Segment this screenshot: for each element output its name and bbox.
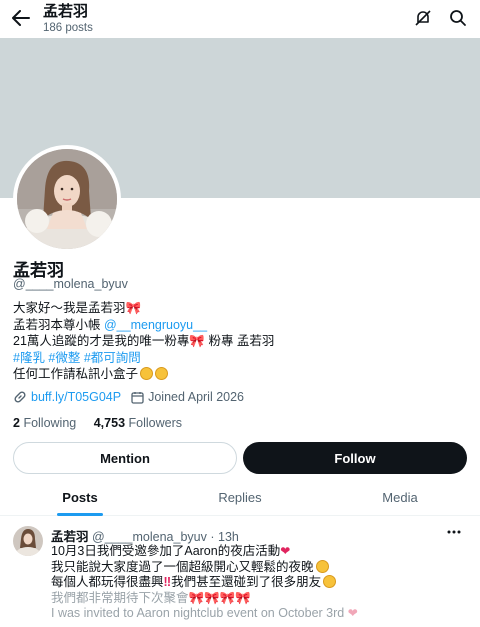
avatar[interactable]	[17, 149, 117, 249]
bio-hashtags[interactable]: #隆乳 #微整 #都可詢問	[13, 350, 463, 367]
tab-posts[interactable]: Posts	[0, 480, 160, 515]
bio-line-3: 21萬人追蹤的才是我的唯一粉專🎀 粉專 孟若羽	[13, 334, 275, 348]
post-line-3a-text: 每個人都玩得很盡興	[51, 575, 164, 589]
post-line-4: 我們都非常期待下次聚會🎀🎀🎀🎀	[51, 590, 251, 605]
search-icon	[450, 10, 466, 26]
header-title-group: 孟若羽 186 posts	[43, 3, 93, 35]
profile-bio: 大家好～我是孟若羽🎀 孟若羽本尊小帳 @__mengruoyu__ 21萬人追蹤…	[13, 300, 463, 383]
bio-line-2: 孟若羽本尊小帳 @__mengruoyu__	[13, 317, 463, 334]
bio-line-1: 大家好～我是孟若羽🎀	[13, 301, 142, 315]
follow-stats: 2 Following 4,753 Followers	[13, 416, 196, 430]
profile-meta: buff.ly/T05G04P Joined April 2026	[13, 390, 254, 404]
page-title: 孟若羽	[43, 3, 89, 20]
post-count: 186 posts	[43, 22, 93, 34]
post-item[interactable]: 孟若羽 @____molena_byuv · 13h 10月3日我們受邀參加了A…	[0, 516, 480, 627]
back-button[interactable]	[10, 8, 32, 28]
follow-button[interactable]: Follow	[243, 442, 467, 474]
top-bar: 孟若羽 186 posts	[0, 0, 480, 38]
smile-emoji-icon	[140, 367, 154, 380]
avatar-ring	[13, 145, 121, 253]
heart-emoji-icon: ❤	[280, 544, 291, 558]
bio-line-5-text: 任何工作請私訊小盒子	[13, 367, 139, 381]
exclamation-emoji-icon: ‼	[163, 575, 172, 589]
following-label: Following	[23, 416, 77, 430]
arrow-left-icon	[12, 10, 30, 26]
post-separator: ·	[210, 530, 215, 544]
heart-emoji-icon: ❤	[347, 606, 358, 620]
bell-off-icon	[415, 10, 431, 26]
post-author-handle[interactable]: @____molena_byuv	[92, 530, 207, 544]
link-icon	[14, 391, 26, 403]
post-line-3: 每個人都玩得很盡興‼我們甚至還碰到了很多朋友	[51, 575, 471, 591]
post-text: 10月3日我們受邀參加了Aaron的夜店活動❤ 我只能說大家度過了一個超級開心又…	[51, 544, 471, 622]
bio-mention-link[interactable]: @__mengruoyu__	[104, 318, 207, 332]
bio-line-2-text: 孟若羽本尊小帳	[13, 317, 104, 332]
post-line-1-text: 10月3日我們受邀參加了Aaron的夜店活動	[51, 544, 281, 558]
followers-stat[interactable]: 4,753 Followers	[94, 416, 182, 430]
joined-date: Joined April 2026	[148, 390, 245, 404]
joined-item: Joined April 2026	[131, 390, 244, 404]
profile-link-item[interactable]: buff.ly/T05G04P	[13, 390, 121, 404]
post-more-button[interactable]	[444, 524, 464, 540]
post-line-2-text: 我只能說大家度過了一個超級開心又輕鬆的夜晚	[51, 559, 314, 574]
more-dots-icon	[447, 530, 461, 534]
profile-tabs: Posts Replies Media	[0, 480, 480, 516]
post-line-5: I was invited to Aaron nightclub event o…	[51, 606, 471, 622]
profile-handle: @____molena_byuv	[13, 277, 128, 291]
tab-media[interactable]: Media	[320, 480, 480, 515]
profile-website[interactable]: buff.ly/T05G04P	[31, 390, 121, 404]
laughing-emoji-icon	[315, 559, 329, 573]
post-avatar[interactable]	[13, 526, 43, 556]
post-time[interactable]: 13h	[218, 530, 239, 544]
bio-line-5: 任何工作請私訊小盒子	[13, 366, 463, 383]
tab-replies[interactable]: Replies	[160, 480, 320, 515]
post-line-2: 我只能說大家度過了一個超級開心又輕鬆的夜晚	[51, 559, 471, 576]
post-line-3b-text: 我們甚至還碰到了很多朋友	[171, 575, 322, 589]
notifications-button[interactable]	[413, 8, 433, 28]
mention-button[interactable]: Mention	[13, 442, 237, 474]
post-line-1: 10月3日我們受邀參加了Aaron的夜店活動❤	[51, 544, 471, 560]
post-author-name[interactable]: 孟若羽	[51, 530, 89, 544]
followers-count: 4,753	[93, 416, 126, 430]
post-header: 孟若羽 @____molena_byuv · 13h	[51, 526, 239, 545]
post-line-5-text: I was invited to Aaron nightclub event o…	[51, 606, 345, 620]
following-count: 2	[13, 416, 20, 430]
calendar-icon	[131, 391, 144, 404]
search-button[interactable]	[448, 8, 468, 28]
smile-emoji-icon	[155, 367, 169, 380]
smile-emoji-icon	[323, 575, 337, 588]
following-stat[interactable]: 2 Following	[13, 416, 76, 430]
followers-label: Followers	[128, 416, 183, 430]
